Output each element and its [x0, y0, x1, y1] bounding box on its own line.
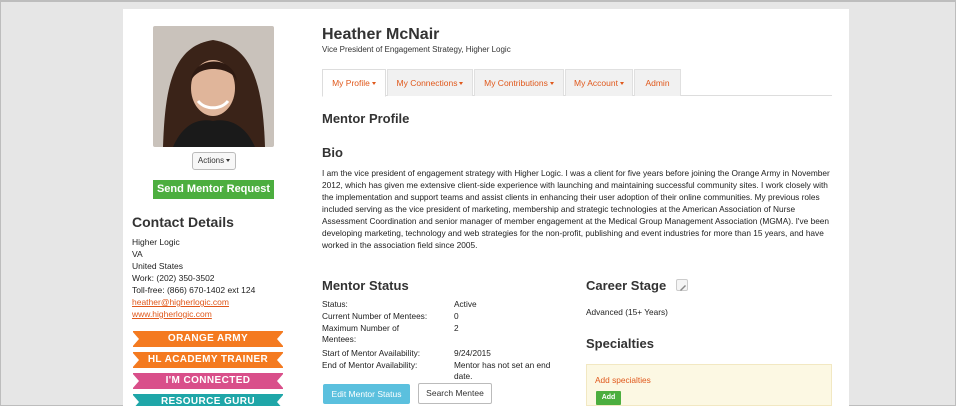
search-mentee-button[interactable]: Search Mentee — [418, 383, 492, 404]
mentor-status-heading: Mentor Status — [322, 278, 409, 293]
status-value: 0 — [454, 311, 459, 321]
status-value: Active — [454, 299, 477, 309]
profile-tabs: My Profile My Connections My Contributio… — [322, 69, 832, 97]
badge-resource-guru: RESOURCE GURU — [132, 394, 284, 406]
specialties-panel — [586, 364, 832, 406]
status-key: Status: — [322, 299, 348, 309]
contact-details-heading: Contact Details — [132, 214, 234, 230]
career-stage-heading: Career Stage — [586, 278, 667, 293]
status-value: 2 — [454, 323, 459, 333]
edit-mentor-status-button[interactable]: Edit Mentor Status — [323, 384, 410, 404]
add-specialties-prompt: Add specialties — [595, 375, 651, 385]
add-specialty-button[interactable]: Add — [596, 391, 621, 405]
tab-label: My Profile — [332, 78, 370, 88]
tab-my-contributions[interactable]: My Contributions — [474, 69, 564, 96]
tab-label: My Connections — [396, 78, 458, 88]
badge-orange-army: ORANGE ARMY — [132, 331, 284, 347]
tab-my-connections[interactable]: My Connections — [387, 69, 473, 96]
status-value: 9/24/2015 — [454, 348, 491, 358]
status-key: End of Mentor Availability: — [322, 360, 418, 370]
tab-my-profile[interactable]: My Profile — [322, 69, 386, 97]
contact-tollfree-phone: Toll-free: (866) 670-1402 ext 124 — [132, 285, 256, 295]
profile-title: Vice President of Engagement Strategy, H… — [322, 45, 511, 54]
tab-label: My Contributions — [484, 78, 548, 88]
chevron-down-icon — [371, 82, 376, 86]
contact-company: Higher Logic — [132, 237, 180, 247]
tab-my-account[interactable]: My Account — [565, 69, 633, 96]
career-stage-value: Advanced (15+ Years) — [586, 307, 668, 317]
edit-pencil-icon[interactable] — [676, 279, 688, 291]
send-mentor-request-button[interactable]: Send Mentor Request — [153, 180, 274, 199]
tab-admin[interactable]: Admin — [634, 69, 681, 96]
page-title: Mentor Profile — [322, 111, 410, 126]
contact-website-link[interactable]: www.higherlogic.com — [132, 308, 255, 320]
contact-work-phone: Work: (202) 350-3502 — [132, 273, 215, 283]
contact-email-link[interactable]: heather@higherlogic.com — [132, 296, 255, 308]
actions-label: Actions — [197, 156, 225, 165]
bio-heading: Bio — [322, 145, 343, 160]
chevron-down-icon — [459, 82, 464, 86]
contact-state: VA — [132, 249, 143, 259]
specialties-heading: Specialties — [586, 336, 654, 351]
contact-country: United States — [132, 261, 184, 271]
status-key: Current Number of Mentees: — [322, 311, 428, 321]
badge-im-connected: I'M CONNECTED — [132, 373, 284, 389]
status-key: Start of Mentor Availability: — [322, 348, 421, 358]
actions-dropdown[interactable]: Actions — [192, 152, 236, 170]
profile-name: Heather McNair — [322, 26, 440, 43]
tab-label: My Account — [574, 78, 618, 88]
badge-hl-academy-trainer: HL ACADEMY TRAINER — [132, 352, 284, 368]
status-key: Maximum Number of Mentees: — [322, 323, 399, 344]
tab-label: Admin — [645, 78, 670, 88]
chevron-down-icon — [549, 82, 554, 86]
profile-photo — [153, 26, 274, 147]
chevron-down-icon — [619, 82, 624, 86]
status-value: Mentor has not set an end date. — [454, 360, 551, 381]
chevron-down-icon — [226, 159, 231, 163]
contact-details: Higher Logic VA United States Work: (202… — [132, 236, 255, 320]
bio-text: I am the vice president of engagement st… — [322, 168, 830, 250]
